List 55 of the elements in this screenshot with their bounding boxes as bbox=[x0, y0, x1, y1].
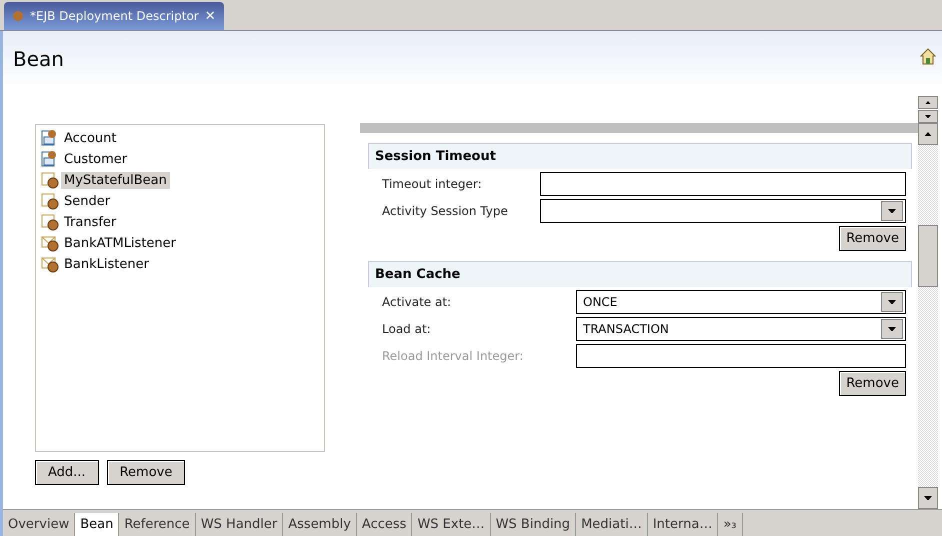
bean-list-item[interactable]: BankATMListener bbox=[61, 234, 179, 252]
field-label: Activate at: bbox=[382, 295, 452, 309]
dropdown-field[interactable] bbox=[540, 199, 906, 223]
bean-icon bbox=[12, 10, 24, 22]
dropdown-field[interactable]: TRANSACTION bbox=[576, 317, 906, 341]
entity-bean-icon bbox=[41, 129, 59, 147]
field-label: Activity Session Type bbox=[382, 204, 509, 218]
field-label: Load at: bbox=[382, 322, 432, 336]
section-header: Session Timeout bbox=[368, 143, 912, 169]
page-tab[interactable]: Access bbox=[356, 513, 412, 536]
session-bean-icon bbox=[41, 192, 59, 210]
bean-list-item[interactable]: Account bbox=[61, 130, 120, 146]
page-tab[interactable]: Mediati… bbox=[576, 513, 648, 536]
scroll-down-icon[interactable] bbox=[925, 114, 931, 118]
scroll-thumb[interactable] bbox=[918, 225, 938, 287]
dropdown-arrow-icon[interactable] bbox=[888, 326, 896, 332]
remove-button[interactable]: Remove bbox=[839, 371, 906, 396]
page-tab[interactable]: Assembly bbox=[283, 513, 357, 536]
editor-tab[interactable]: *EJB Deployment Descriptor ✕ bbox=[4, 2, 224, 30]
bean-list-item[interactable]: MyStatefulBean bbox=[61, 172, 170, 188]
entity-bean-icon bbox=[41, 150, 59, 168]
bean-list-item[interactable]: Customer bbox=[61, 150, 130, 168]
bean-list-item[interactable]: Sender bbox=[61, 192, 114, 210]
scroll-up-icon[interactable] bbox=[924, 132, 932, 136]
scrollbar[interactable] bbox=[918, 123, 938, 509]
home-icon[interactable] bbox=[920, 47, 936, 65]
dropdown-arrow-icon[interactable] bbox=[888, 300, 896, 304]
section-header: Bean Cache bbox=[368, 261, 912, 287]
remove-button[interactable]: Remove bbox=[839, 226, 906, 251]
page-tab[interactable]: Bean bbox=[75, 513, 120, 536]
dropdown-arrow-icon[interactable] bbox=[888, 208, 896, 214]
page-tab[interactable]: WS Binding bbox=[490, 513, 576, 536]
field-label: Reload Interval Integer: bbox=[382, 349, 524, 363]
page-tab[interactable]: Reference bbox=[119, 513, 196, 536]
envelope-bean-icon bbox=[41, 234, 59, 252]
scroll-up-icon[interactable] bbox=[925, 100, 931, 104]
page-tab[interactable]: WS Exte… bbox=[412, 513, 491, 536]
add-button[interactable]: Add... bbox=[35, 460, 99, 485]
bean-list-item[interactable]: Transfer bbox=[61, 214, 120, 230]
bean-list-item[interactable]: BankListener bbox=[61, 256, 152, 272]
more-tabs[interactable]: »₃ bbox=[718, 513, 742, 536]
page-tab[interactable]: Interna… bbox=[648, 513, 718, 536]
dropdown-field[interactable]: ONCE bbox=[576, 290, 906, 314]
field-label: Timeout integer: bbox=[382, 177, 483, 191]
input-field[interactable] bbox=[576, 344, 906, 368]
editor-tab-title: *EJB Deployment Descriptor bbox=[30, 9, 199, 23]
scroll-down-icon[interactable] bbox=[924, 496, 932, 500]
remove-button[interactable]: Remove bbox=[106, 460, 186, 485]
page-title: Bean bbox=[13, 47, 64, 71]
session-bean-icon bbox=[41, 171, 59, 189]
input-field[interactable] bbox=[540, 172, 906, 196]
session-bean-icon bbox=[41, 213, 59, 231]
page-tab[interactable]: WS Handler bbox=[196, 513, 284, 536]
envelope-bean-icon bbox=[41, 255, 59, 273]
close-icon[interactable]: ✕ bbox=[204, 8, 216, 24]
